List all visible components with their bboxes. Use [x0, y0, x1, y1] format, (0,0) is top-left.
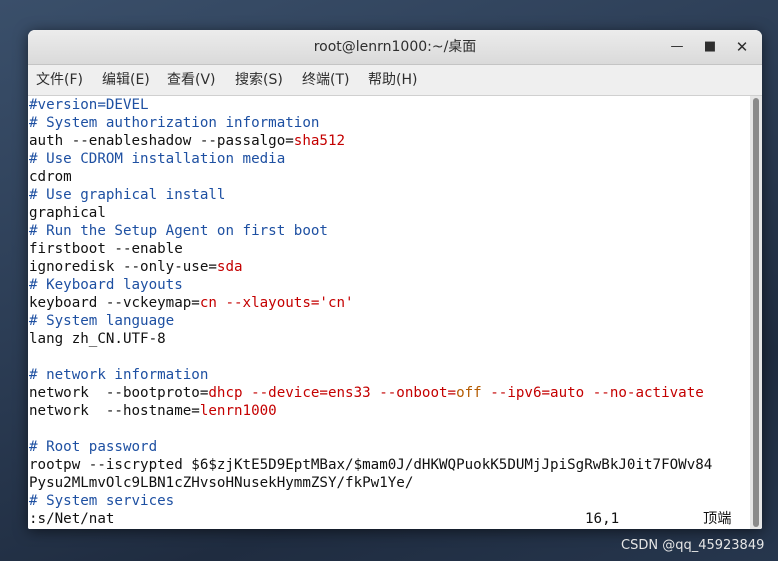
terminal-line: rootpw --iscrypted $6$zjKtE5D9EptMBax/$m… [29, 457, 713, 473]
terminal-line: lang zh_CN.UTF-8 [29, 331, 166, 347]
terminal-text: ignoredisk --only-use= [29, 259, 217, 275]
terminal-line: Pysu2MLmvOlc9LBN1cZHvsoHNusekHymmZSY/fkP… [29, 475, 414, 491]
menu-search[interactable]: 搜索(S) [235, 65, 283, 95]
terminal-line: # System authorization information [29, 115, 320, 131]
terminal-line: keyboard --vckeymap=cn --xlayouts='cn' [29, 294, 354, 312]
terminal-text: keyboard --vckeymap= [29, 295, 200, 311]
terminal-text: auth --enableshadow --passalgo= [29, 133, 294, 149]
menu-view[interactable]: 查看(V) [167, 65, 216, 95]
menu-bar: 文件(F) 编辑(E) 查看(V) 搜索(S) 终端(T) 帮助(H) [28, 65, 762, 96]
scroll-position: 顶端 [703, 511, 732, 527]
window-title: root@lenrn1000:~/桌面 [313, 39, 477, 55]
terminal-line: network --bootproto=dhcp --device=ens33 … [29, 384, 704, 402]
terminal-line: # Use CDROM installation media [29, 151, 286, 167]
terminal-text: network --hostname= [29, 403, 200, 419]
terminal-line: cdrom [29, 169, 72, 185]
terminal-line: # System services [29, 493, 175, 509]
watermark: CSDN @qq_45923849 [621, 538, 765, 553]
terminal-line: ignoredisk --only-use=sda [29, 258, 243, 276]
terminal-value: cn --xlayouts='cn' [199, 295, 354, 311]
terminal-value: off [456, 385, 482, 401]
close-icon[interactable]: ✕ [732, 37, 752, 57]
minimize-icon[interactable]: — [667, 37, 687, 57]
maximize-icon[interactable]: ■ [700, 37, 720, 57]
menu-edit[interactable]: 编辑(E) [102, 65, 150, 95]
vim-command-line[interactable]: :s/Net/nat [29, 510, 114, 528]
menu-help[interactable]: 帮助(H) [368, 65, 417, 95]
terminal-line: # Root password [29, 439, 158, 455]
terminal-window: root@lenrn1000:~/桌面 — ■ ✕ 文件(F) 编辑(E) 查看… [28, 30, 762, 529]
cursor-position: 16,1 [585, 511, 620, 527]
terminal-line: network --hostname=lenrn1000 [29, 402, 277, 420]
terminal-value: sda [216, 259, 243, 275]
terminal-line: # Run the Setup Agent on first boot [29, 223, 328, 239]
terminal-value: sha512 [293, 133, 346, 149]
terminal-line: auth --enableshadow --passalgo=sha512 [29, 132, 345, 150]
terminal-line: firstboot --enable [29, 241, 183, 257]
terminal-line: # Keyboard layouts [29, 277, 183, 293]
terminal-value: lenrn1000 [199, 403, 277, 419]
menu-file[interactable]: 文件(F) [36, 65, 83, 95]
scrollbar-thumb[interactable] [753, 98, 759, 527]
scrollbar[interactable] [750, 96, 762, 529]
terminal-value: dhcp --device=ens33 --onboot= [208, 385, 457, 401]
terminal-line: #version=DEVEL [29, 97, 149, 113]
terminal-line: # network information [29, 367, 209, 383]
terminal-value: --ipv6=auto --no-activate [481, 385, 704, 401]
menu-terminal[interactable]: 终端(T) [302, 65, 349, 95]
terminal-content[interactable]: #version=DEVEL # System authorization in… [28, 96, 750, 529]
terminal-line: # Use graphical install [29, 187, 226, 203]
terminal-line: graphical [29, 205, 106, 221]
title-bar[interactable]: root@lenrn1000:~/桌面 — ■ ✕ [28, 30, 762, 65]
terminal-line: # System language [29, 313, 175, 329]
terminal-text: network --bootproto= [29, 385, 209, 401]
